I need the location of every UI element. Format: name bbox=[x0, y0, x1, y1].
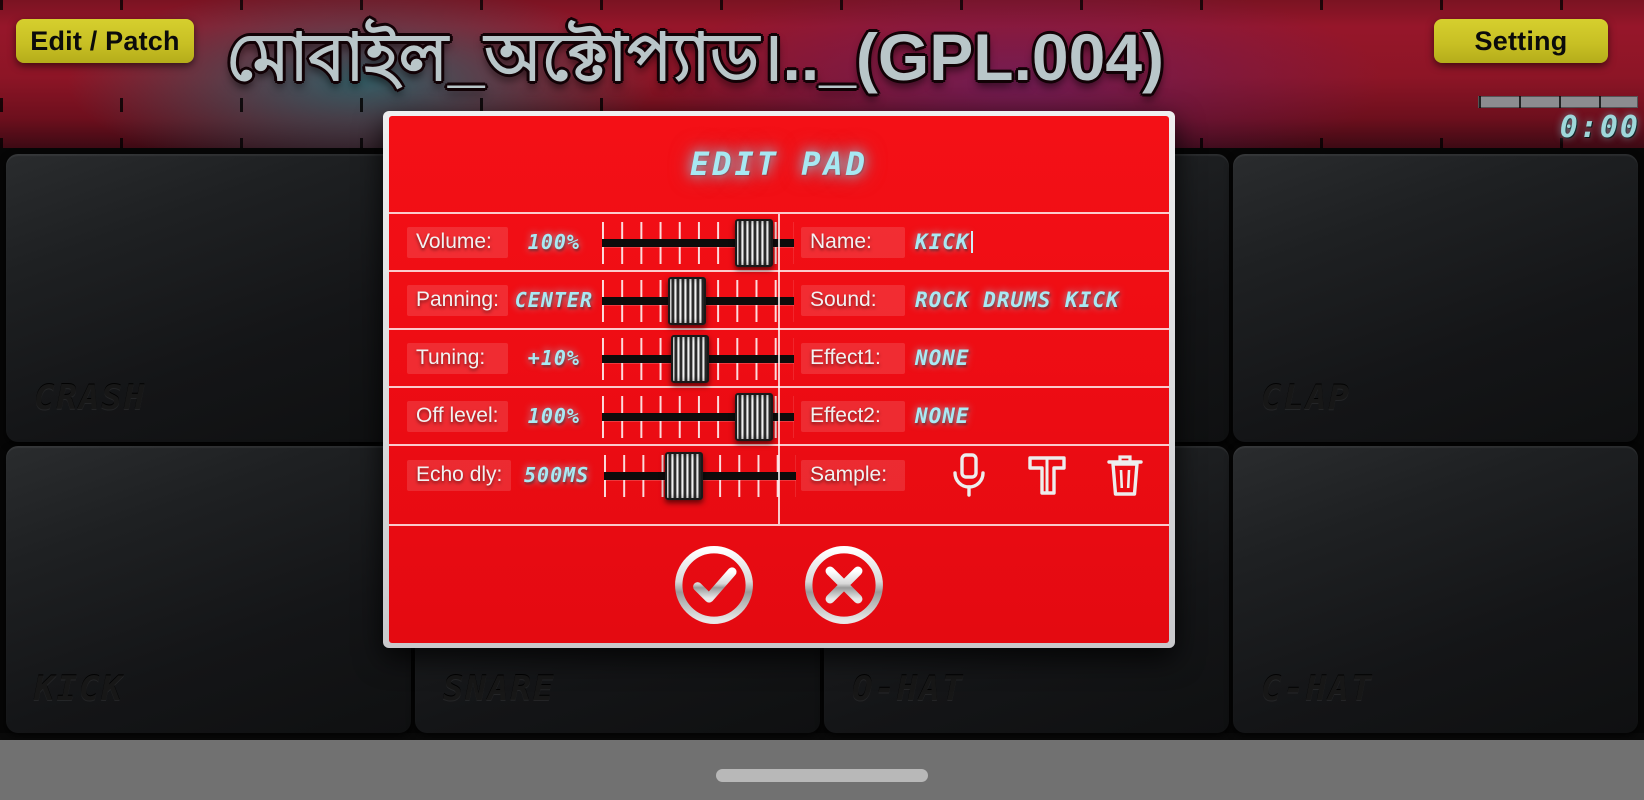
parameter-label: Volume: bbox=[407, 226, 509, 258]
app-root: মোবাইল_অক্টোপ্যাড।.._(GPL.004) Edit / Pa… bbox=[0, 0, 1644, 800]
pad-c-hat[interactable]: C-HAT bbox=[1233, 445, 1638, 733]
cancel-button[interactable] bbox=[803, 544, 885, 626]
parameter-row: Echo dly: 500MS bbox=[389, 446, 796, 504]
left-progress-bar[interactable] bbox=[0, 98, 700, 112]
pad-label: KICK bbox=[34, 669, 124, 709]
edit-patch-button[interactable]: Edit / Patch bbox=[16, 19, 194, 63]
page-title: মোবাইল_অক্টোপ্যাড।.._(GPL.004) bbox=[225, 20, 1165, 94]
parameter-column-left: Volume: 100% Panning: CENTER Tuning: +10% Off … bbox=[389, 214, 796, 524]
parameter-label: Sample: bbox=[801, 459, 905, 491]
microphone-icon[interactable] bbox=[947, 452, 991, 498]
slider-thumb[interactable] bbox=[671, 335, 710, 383]
pad-clap[interactable]: CLAP bbox=[1233, 154, 1638, 442]
pad-label: O-HAT bbox=[852, 669, 965, 709]
setting-button[interactable]: Setting bbox=[1434, 19, 1608, 63]
timecode-display: 0:00 bbox=[1559, 110, 1640, 145]
parameter-row: Tuning: +10% bbox=[389, 330, 794, 388]
system-navigation-bar bbox=[0, 740, 1644, 800]
parameter-slider[interactable] bbox=[601, 333, 794, 383]
parameter-label: Name: bbox=[801, 226, 905, 258]
banner-grid-top bbox=[0, 0, 1644, 10]
parameter-row: Sound: ROCK DRUMS KICK bbox=[779, 272, 1169, 330]
parameter-label: Off level: bbox=[407, 400, 509, 432]
parameter-value: CENTER bbox=[514, 288, 593, 312]
parameter-row: Sample: bbox=[779, 446, 1169, 504]
parameter-row: Name: KICK bbox=[779, 214, 1169, 272]
parameter-row: Panning: CENTER bbox=[389, 272, 794, 330]
slider-thumb[interactable] bbox=[667, 277, 706, 325]
confirm-button[interactable] bbox=[673, 544, 755, 626]
parameter-slider[interactable] bbox=[603, 450, 796, 500]
playback-progress-bar[interactable] bbox=[1478, 96, 1638, 108]
parameter-label: Effect2: bbox=[801, 400, 905, 432]
parameter-row: Off level: 100% bbox=[389, 388, 794, 446]
dialog-footer bbox=[389, 526, 1169, 643]
parameter-row: Effect1: NONE bbox=[779, 330, 1169, 388]
parameter-label: Panning: bbox=[407, 284, 509, 316]
parameter-column-right: Name: KICK Sound: ROCK DRUMS KICK Effect1: NO… bbox=[779, 214, 1169, 524]
pad-label: C-HAT bbox=[1261, 669, 1374, 709]
text-cursor bbox=[970, 231, 973, 253]
parameter-label: Echo dly: bbox=[407, 459, 512, 491]
parameter-value: 100% bbox=[527, 230, 580, 254]
trash-icon[interactable] bbox=[1103, 452, 1147, 498]
pad-crash[interactable]: CRASH bbox=[6, 154, 411, 442]
parameter-label: Tuning: bbox=[407, 342, 509, 374]
parameter-label: Sound: bbox=[801, 284, 905, 316]
parameter-slider[interactable] bbox=[601, 391, 794, 441]
parameter-slider[interactable] bbox=[601, 275, 794, 325]
parameter-value[interactable]: KICK bbox=[915, 230, 970, 254]
home-indicator[interactable] bbox=[716, 769, 928, 782]
pad-kick[interactable]: KICK bbox=[6, 445, 411, 733]
parameter-value: 500MS bbox=[524, 463, 590, 487]
parameter-value[interactable]: NONE bbox=[915, 404, 970, 428]
parameter-value: 100% bbox=[527, 404, 580, 428]
parameter-value[interactable]: ROCK DRUMS KICK bbox=[915, 288, 1120, 312]
column-divider bbox=[778, 214, 780, 524]
parameter-row: Effect2: NONE bbox=[779, 388, 1169, 446]
scissors-trim-icon[interactable] bbox=[1025, 452, 1069, 498]
sample-actions bbox=[947, 452, 1147, 498]
slider-thumb[interactable] bbox=[735, 219, 774, 267]
parameter-row: Volume: 100% bbox=[389, 214, 794, 272]
pad-label: CRASH bbox=[34, 377, 147, 418]
edit-pad-dialog: EDIT PAD Volume: 100% Panning: CENTER Tuning… bbox=[389, 116, 1169, 643]
dialog-title: EDIT PAD bbox=[689, 145, 869, 183]
parameter-label: Effect1: bbox=[801, 342, 905, 374]
parameter-value: +10% bbox=[527, 346, 580, 370]
pad-label: CLAP bbox=[1261, 377, 1351, 418]
slider-thumb[interactable] bbox=[665, 452, 704, 500]
parameter-slider[interactable] bbox=[601, 217, 794, 267]
slider-thumb[interactable] bbox=[735, 393, 774, 441]
pad-label: SNARE bbox=[443, 669, 556, 709]
parameter-value[interactable]: NONE bbox=[915, 346, 970, 370]
